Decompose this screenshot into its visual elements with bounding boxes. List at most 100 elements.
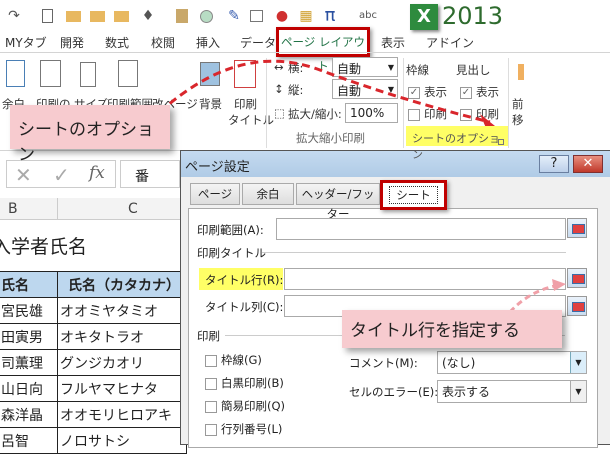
table-cell[interactable]: 森洋晶 [0, 401, 58, 428]
column-header-b[interactable]: B [8, 201, 18, 217]
pi-icon[interactable]: π [322, 7, 338, 25]
fx-icon[interactable]: fx [89, 163, 105, 183]
title-rows-callout: タイトル行を指定する [342, 310, 562, 348]
bring-forward-button[interactable]: 前 [512, 96, 524, 112]
header-cell[interactable]: 氏名（カタカナ） [57, 271, 187, 298]
table-cell[interactable]: 宮民雄 [0, 297, 58, 324]
window-icon[interactable] [250, 10, 263, 22]
table-cell[interactable]: オキタトラオ [57, 323, 187, 350]
print-titles-label: タイトル [228, 113, 274, 127]
image-icon[interactable]: ▦ [298, 8, 314, 24]
gridlines-heading: 枠線 [406, 63, 429, 77]
paste-icon[interactable] [176, 9, 188, 23]
title-rows-input[interactable] [284, 268, 566, 290]
dialog-tab-page[interactable]: ページ [190, 183, 240, 205]
size-icon [80, 62, 96, 87]
print-area-label: 印刷範囲(A): [197, 223, 264, 237]
ribbon-top-border [0, 52, 610, 53]
width-dropdown[interactable]: 自動 ▼ [332, 57, 398, 77]
height-icon: ↕ [274, 82, 284, 96]
tab-developer[interactable]: 開発 [60, 34, 84, 51]
print-area-picker-button[interactable] [567, 218, 587, 238]
table-cell[interactable]: 田寅男 [0, 323, 58, 350]
comments-label: コメント(M): [349, 356, 418, 370]
tab-insert[interactable]: 挿入 [196, 34, 220, 51]
scale-label: 拡大/縮小: [288, 107, 342, 121]
sheet-title[interactable]: 入学者氏名 [0, 232, 87, 259]
errors-select[interactable]: 表示する ▼ [437, 380, 587, 403]
headings-print-checkbox[interactable]: 印刷 [460, 106, 499, 122]
separator [508, 58, 509, 148]
background-icon [200, 62, 220, 86]
separator [403, 58, 404, 148]
tab-mytab[interactable]: MYタブ [5, 34, 47, 51]
dialog-tab-sheet[interactable]: シート [380, 180, 447, 210]
enter-icon[interactable]: ✓ [53, 163, 70, 187]
dialog-tab-margins[interactable]: 余白 [242, 183, 294, 205]
tab-view[interactable]: 表示 [381, 34, 405, 51]
sheet-options-launcher[interactable] [498, 139, 504, 145]
draft-quality-checkbox[interactable]: 簡易印刷(Q) [205, 398, 285, 414]
cancel-icon[interactable]: ✕ [15, 163, 32, 187]
table-cell[interactable]: 呂智 [0, 427, 58, 454]
tab-review[interactable]: 校閲 [151, 34, 175, 51]
table-cell[interactable]: グンジカオリ [57, 349, 187, 376]
record-icon[interactable]: ● [274, 8, 290, 24]
table-cell[interactable]: オオモリヒロアキ [57, 401, 187, 428]
print-section: 印刷 [197, 329, 220, 343]
header-cell[interactable]: 氏名 [0, 271, 58, 298]
height-dropdown[interactable]: 自動 ▼ [332, 79, 398, 99]
title-rows-label: タイトル行(R): [205, 273, 284, 287]
errors-label: セルのエラー(E): [349, 385, 439, 399]
gridlines-view-checkbox[interactable]: ✓ 表示 [408, 84, 447, 100]
close-button[interactable]: ✕ [573, 155, 603, 173]
print-area-input[interactable] [276, 218, 566, 240]
black-white-checkbox[interactable]: 白黒印刷(B) [205, 375, 284, 391]
sheet-options-callout: シートのオプション [10, 105, 170, 165]
table-cell[interactable]: オオミヤタミオ [57, 297, 187, 324]
folder-icon[interactable] [114, 11, 129, 22]
height-label: 縦: [288, 83, 304, 97]
redo-icon[interactable]: ↷ [6, 8, 22, 24]
open-folder-icon[interactable] [66, 11, 81, 22]
new-file-icon[interactable] [42, 9, 53, 23]
section-divider [262, 252, 566, 253]
tab-data[interactable]: データ [240, 34, 276, 51]
spellcheck-icon[interactable]: abc [356, 8, 380, 24]
table-cell[interactable]: フルヤマヒナタ [57, 375, 187, 402]
version-label: 2013 [442, 2, 504, 30]
print-titles-section: 印刷タイトル [197, 246, 266, 260]
arrange-label: 移 [512, 113, 524, 127]
scale-icon: ⬚ [274, 106, 285, 120]
format-painter-icon[interactable]: ♦ [140, 8, 156, 24]
circle-icon[interactable] [200, 10, 213, 23]
sheet-options-group-label: シートのオプション [406, 126, 508, 161]
headings-heading: 見出し [456, 63, 491, 77]
column-headers: B C [0, 198, 180, 220]
gridlines-checkbox[interactable]: 枠線(G) [205, 352, 262, 368]
column-header-c[interactable]: C [128, 201, 138, 217]
table-cell[interactable]: 山日向 [0, 375, 58, 402]
folder-up-icon[interactable] [90, 11, 105, 22]
print-titles-button[interactable]: 印刷 [234, 96, 257, 112]
comments-select[interactable]: (なし) ▼ [437, 351, 587, 374]
tab-formulas[interactable]: 数式 [105, 34, 129, 51]
margins-icon [6, 60, 25, 87]
table-cell[interactable]: ノロサトシ [57, 427, 187, 454]
title-rows-picker-button[interactable] [567, 268, 587, 288]
help-button[interactable]: ? [539, 155, 569, 173]
headings-view-checkbox[interactable]: ✓ 表示 [460, 84, 499, 100]
pen-icon[interactable]: ✎ [226, 8, 242, 24]
formula-input[interactable]: 番 [120, 160, 180, 188]
tab-addins[interactable]: アドイン [426, 34, 474, 51]
width-label: 横: [288, 61, 304, 75]
scale-spinner[interactable]: 100% [345, 103, 398, 123]
gridlines-print-checkbox[interactable]: 印刷 [408, 106, 447, 122]
dialog-tab-header-footer[interactable]: ヘッダー/フッター [296, 183, 380, 221]
row-col-headings-checkbox[interactable]: 行列番号(L) [205, 421, 282, 437]
title-cols-picker-button[interactable] [567, 296, 587, 316]
table-cell[interactable]: 司薫理 [0, 349, 58, 376]
quick-access-toolbar: ↷ ♦ ✎ ● ▦ π abc X 2013 [0, 0, 610, 30]
orientation-icon [40, 60, 61, 87]
background-button[interactable]: 背景 [199, 96, 222, 112]
